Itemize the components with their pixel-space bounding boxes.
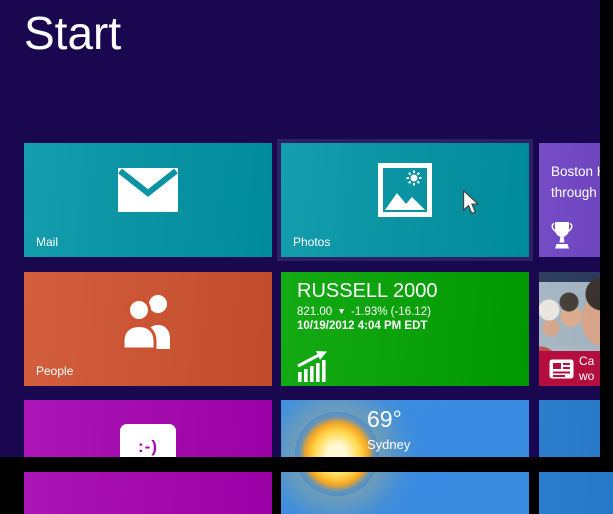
people-icon: [121, 295, 170, 349]
sports-headline: Boston H through: [551, 164, 607, 200]
newspaper-icon: [549, 359, 574, 379]
emoticon-text: :-): [138, 437, 158, 456]
tile-mail[interactable]: Mail: [24, 143, 272, 257]
tile-finance[interactable]: RUSSELL 2000 821.00 ▼ -1.93% (-16.12) 10…: [281, 272, 529, 386]
page-title: Start: [24, 7, 122, 59]
envelope-icon: [118, 168, 178, 212]
tile-people[interactable]: People: [24, 272, 272, 386]
finance-timestamp: 10/19/2012 4:04 PM EDT: [297, 320, 428, 332]
finance-quote-block: RUSSELL 2000 821.00 ▼ -1.93% (-16.12) 10…: [297, 278, 437, 332]
finance-value: 821.00: [297, 306, 333, 318]
stock-down-icon: ▼: [337, 306, 346, 316]
news-headline: Ca wo: [579, 354, 595, 383]
tile-selection-border: Photos: [277, 139, 533, 261]
tile-label-mail: Mail: [36, 235, 59, 249]
black-bar-right: [600, 0, 613, 472]
tile-label-people: People: [36, 364, 74, 378]
stock-chart-icon: [297, 351, 327, 382]
trophy-icon: [551, 222, 573, 249]
finance-change: -1.93% (-16.12): [351, 306, 431, 318]
tile-photos[interactable]: Photos: [281, 143, 529, 257]
black-bar-bottom: [0, 457, 613, 472]
photo-frame-icon: [378, 163, 432, 217]
weather-temperature: 69°: [367, 406, 402, 432]
tile-label-photos: Photos: [293, 235, 331, 249]
weather-city: Sydney: [367, 437, 411, 452]
finance-index-name: RUSSELL 2000: [297, 280, 438, 302]
mouse-cursor: [462, 190, 479, 215]
